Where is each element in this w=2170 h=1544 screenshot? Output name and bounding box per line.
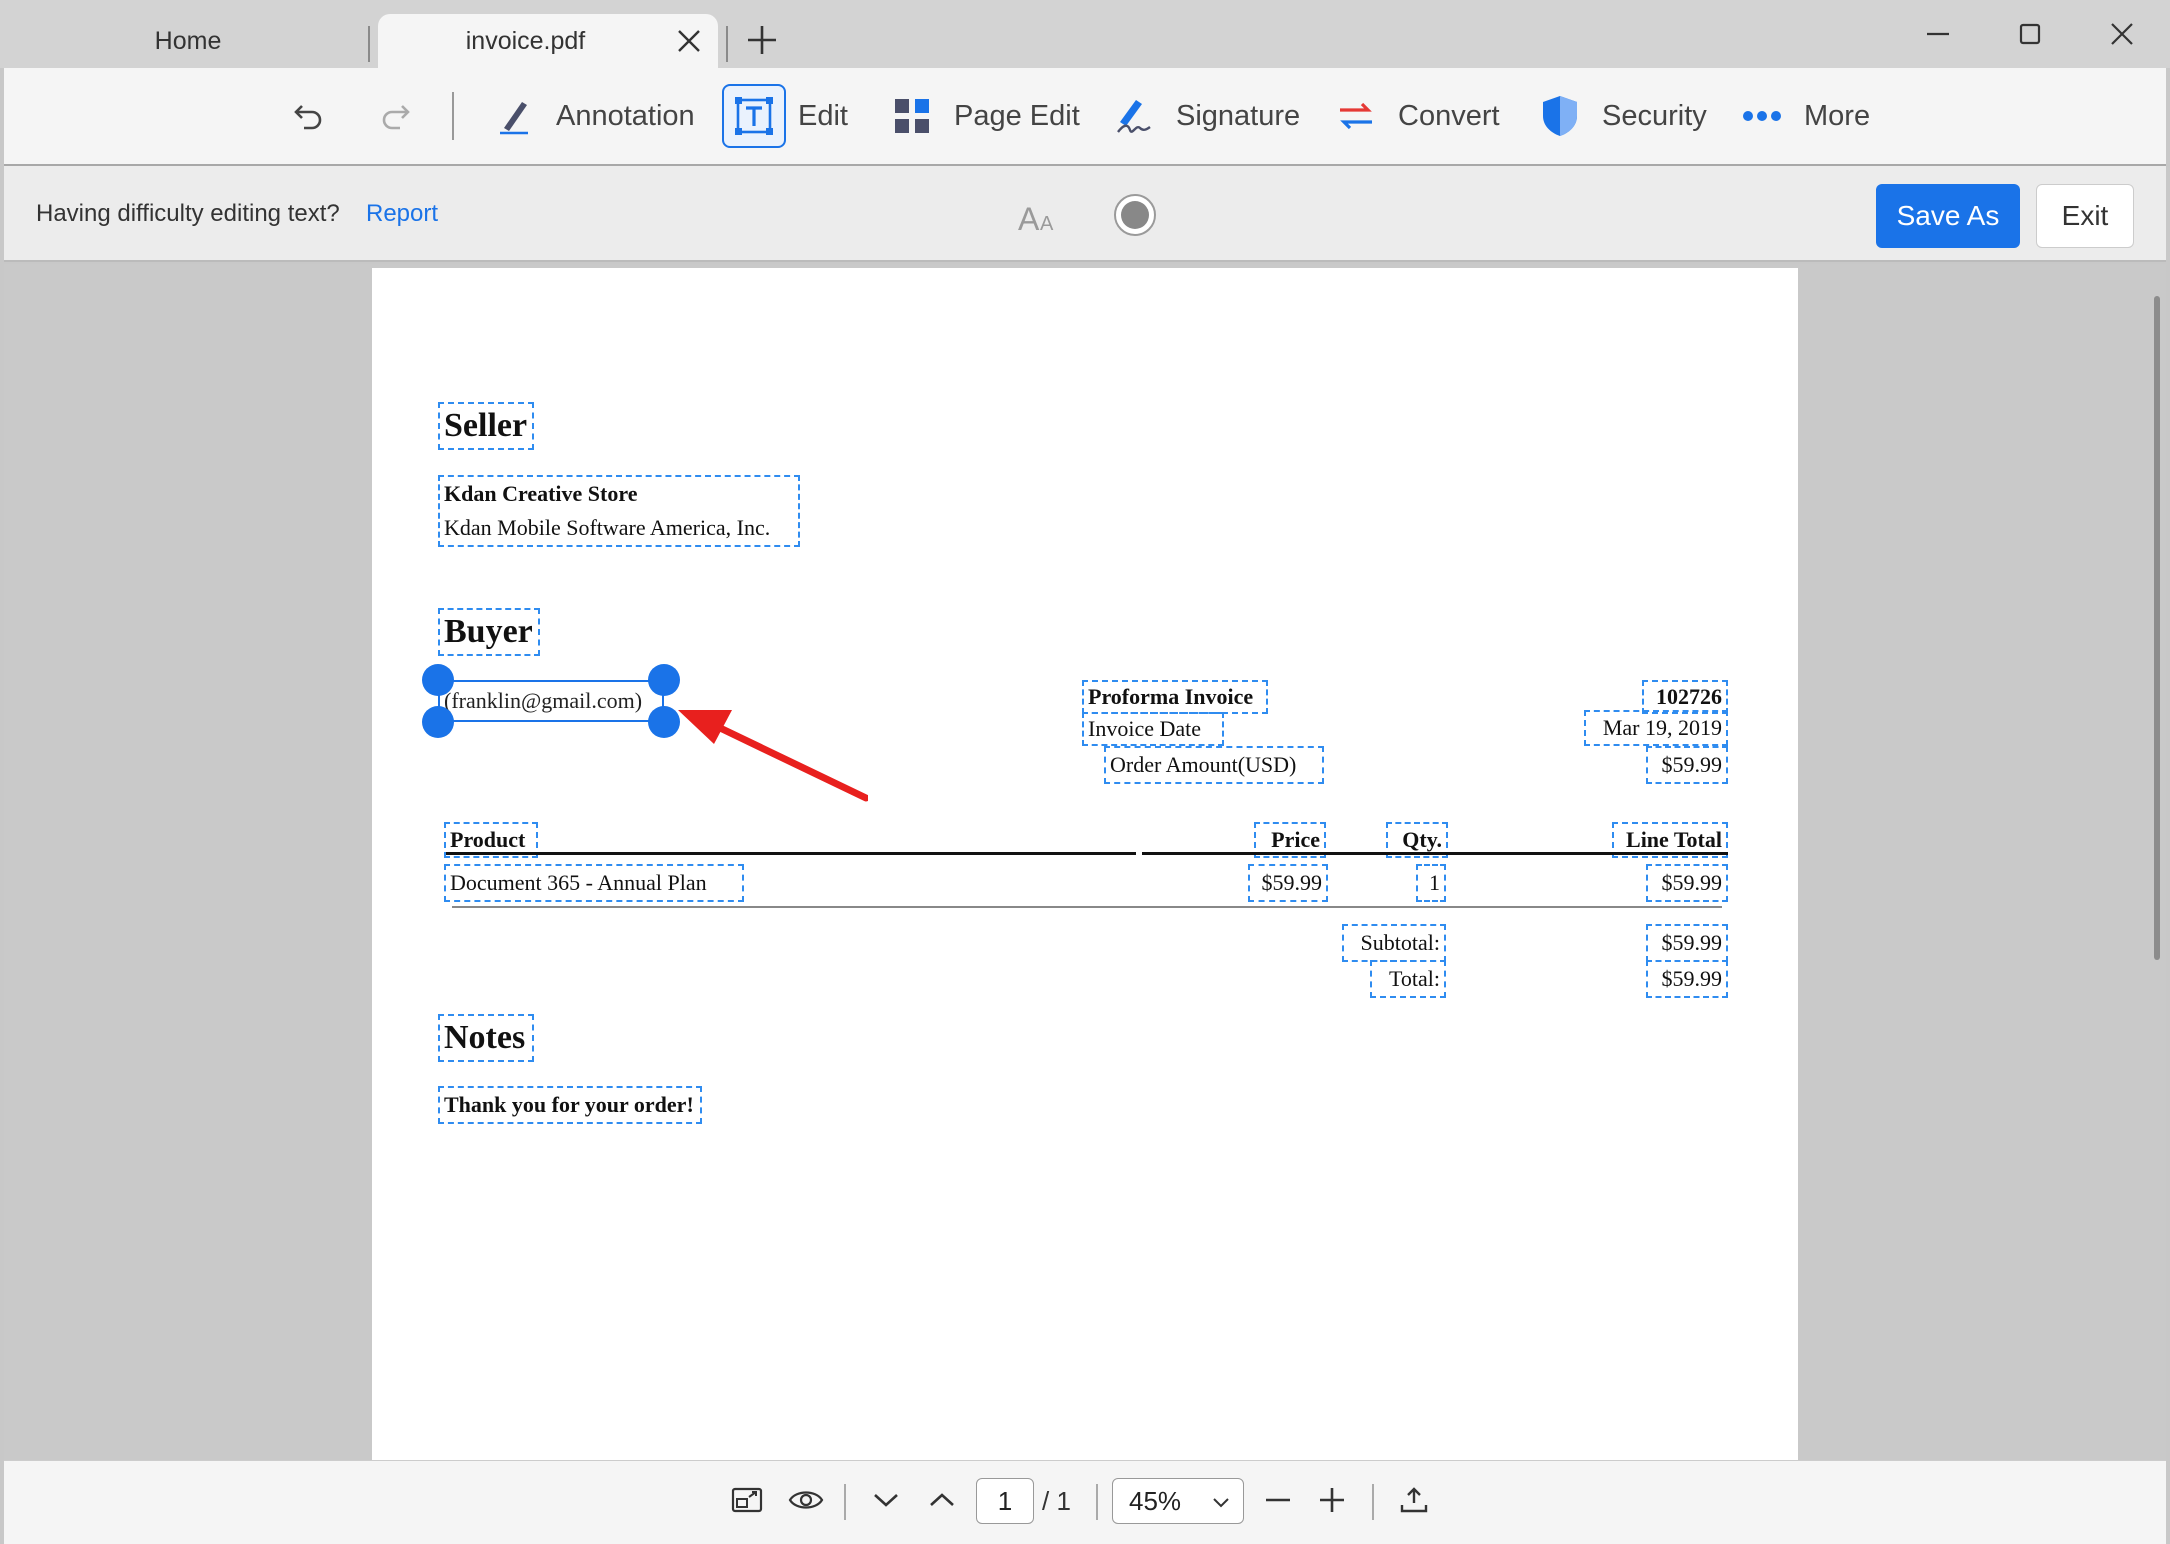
order-amount[interactable]: $59.99 [1646, 746, 1728, 784]
order-amount-label[interactable]: Order Amount(USD) [1104, 746, 1324, 784]
more-button[interactable]: More [1740, 68, 1870, 164]
zoom-select[interactable]: 45% [1112, 1478, 1244, 1524]
convert-icon [1334, 94, 1378, 138]
invoice-date[interactable]: Mar 19, 2019 [1584, 710, 1728, 746]
undo-icon [286, 94, 330, 138]
signature-icon [1112, 94, 1156, 138]
table-row-line-total[interactable]: $59.99 [1646, 864, 1728, 902]
zoom-in-icon[interactable] [1312, 1480, 1352, 1520]
toolbar-separator [452, 92, 454, 140]
security-button[interactable]: Security [1538, 68, 1707, 164]
new-tab-icon[interactable] [742, 20, 782, 60]
table-bottom-rule [452, 906, 1722, 908]
page-total: / 1 [1042, 1486, 1071, 1516]
page-edit-button[interactable]: Page Edit [890, 68, 1080, 164]
tab-home[interactable]: Home [4, 14, 372, 68]
resize-handle-bottom-left[interactable] [422, 706, 454, 738]
undo-button[interactable] [286, 68, 350, 164]
bottom-separator [1096, 1484, 1098, 1520]
total-value[interactable]: $59.99 [1646, 960, 1728, 998]
seller-name: Kdan Creative Store [444, 481, 638, 506]
edit-text-icon [722, 84, 786, 148]
shield-icon [1538, 94, 1582, 138]
edit-info-bar: Having difficulty editing text? Report [4, 166, 2166, 262]
tab-separator [726, 26, 728, 62]
exit-button[interactable]: Exit [2036, 184, 2134, 248]
fit-page-icon[interactable] [728, 1480, 768, 1520]
table-row-price[interactable]: $59.99 [1248, 864, 1328, 902]
chevron-up-icon[interactable] [922, 1480, 962, 1520]
red-arrow-icon [678, 710, 868, 802]
edit-button[interactable]: Edit [722, 68, 848, 164]
buyer-email-selected[interactable]: (franklin@gmail.com) [438, 680, 664, 722]
security-label: Security [1602, 99, 1707, 132]
upload-icon[interactable] [1394, 1480, 1434, 1520]
page-edit-label: Page Edit [954, 99, 1080, 132]
chevron-down-icon [1213, 1498, 1229, 1508]
invoice-number[interactable]: 102726 [1642, 680, 1728, 714]
vertical-scrollbar[interactable] [2154, 296, 2160, 960]
total-label[interactable]: Total: [1370, 960, 1446, 998]
edit-label: Edit [798, 99, 848, 132]
buyer-heading[interactable]: Buyer [438, 608, 540, 656]
pen-icon [492, 94, 536, 138]
tab-invoice[interactable]: invoice.pdf [378, 14, 718, 68]
chevron-down-icon[interactable] [866, 1480, 906, 1520]
tab-separator [368, 26, 370, 62]
tab-home-label: Home [154, 26, 222, 55]
resize-handle-top-left[interactable] [422, 664, 454, 696]
invoice-label[interactable]: Proforma Invoice [1082, 680, 1268, 714]
redo-icon [374, 94, 418, 138]
title-bar: Home invoice.pdf [0, 0, 2170, 68]
grid-icon [890, 94, 934, 138]
subtotal-value[interactable]: $59.99 [1646, 924, 1728, 962]
page-number-input[interactable]: 1 [976, 1478, 1034, 1524]
zoom-out-icon[interactable] [1258, 1480, 1298, 1520]
seller-info-block[interactable]: Kdan Creative Store Kdan Mobile Software… [438, 475, 800, 547]
table-row-qty[interactable]: 1 [1416, 864, 1446, 902]
seller-company: Kdan Mobile Software America, Inc. [444, 515, 771, 540]
bottom-bar [4, 1460, 2166, 1544]
annotation-button[interactable]: Annotation [492, 68, 695, 164]
report-link[interactable]: Report [366, 166, 438, 262]
table-header-rule [1142, 852, 1728, 855]
seller-heading[interactable]: Seller [438, 402, 534, 450]
bottom-separator [1372, 1484, 1374, 1520]
tab-invoice-label: invoice.pdf [465, 26, 586, 55]
redo-button[interactable] [374, 68, 438, 164]
svg-text:A: A [1040, 213, 1054, 235]
font-size-icon[interactable]: AA [1014, 194, 1062, 242]
subtotal-label[interactable]: Subtotal: [1342, 924, 1446, 962]
save-as-button[interactable]: Save As [1876, 184, 2020, 248]
font-color-icon[interactable] [1112, 192, 1158, 238]
close-tab-icon[interactable] [674, 26, 704, 56]
convert-label: Convert [1398, 99, 1500, 132]
more-dots-icon [1740, 94, 1784, 138]
eye-icon[interactable] [786, 1480, 826, 1520]
more-label: More [1804, 99, 1871, 132]
maximize-icon[interactable] [2006, 14, 2054, 54]
table-header-rule [446, 852, 1136, 855]
annotation-label: Annotation [556, 99, 695, 132]
minimize-icon[interactable] [1914, 14, 1962, 54]
bottom-separator [844, 1484, 846, 1520]
invoice-date-label[interactable]: Invoice Date [1082, 712, 1224, 746]
convert-button[interactable]: Convert [1334, 68, 1500, 164]
signature-button[interactable]: Signature [1112, 68, 1300, 164]
pdf-page: Seller Kdan Creative Store Kdan Mobile S… [372, 268, 1798, 1460]
main-toolbar: Annotation Edit Page Edit Signature Conv… [4, 68, 2166, 166]
notes-heading[interactable]: Notes [438, 1014, 534, 1062]
edit-help-text: Having difficulty editing text? [36, 200, 340, 227]
table-row-product[interactable]: Document 365 - Annual Plan [444, 864, 744, 902]
svg-text:A: A [1018, 201, 1040, 237]
notes-text[interactable]: Thank you for your order! [438, 1086, 702, 1124]
zoom-value: 45% [1129, 1485, 1182, 1516]
signature-label: Signature [1176, 99, 1301, 132]
close-window-icon[interactable] [2098, 14, 2146, 54]
